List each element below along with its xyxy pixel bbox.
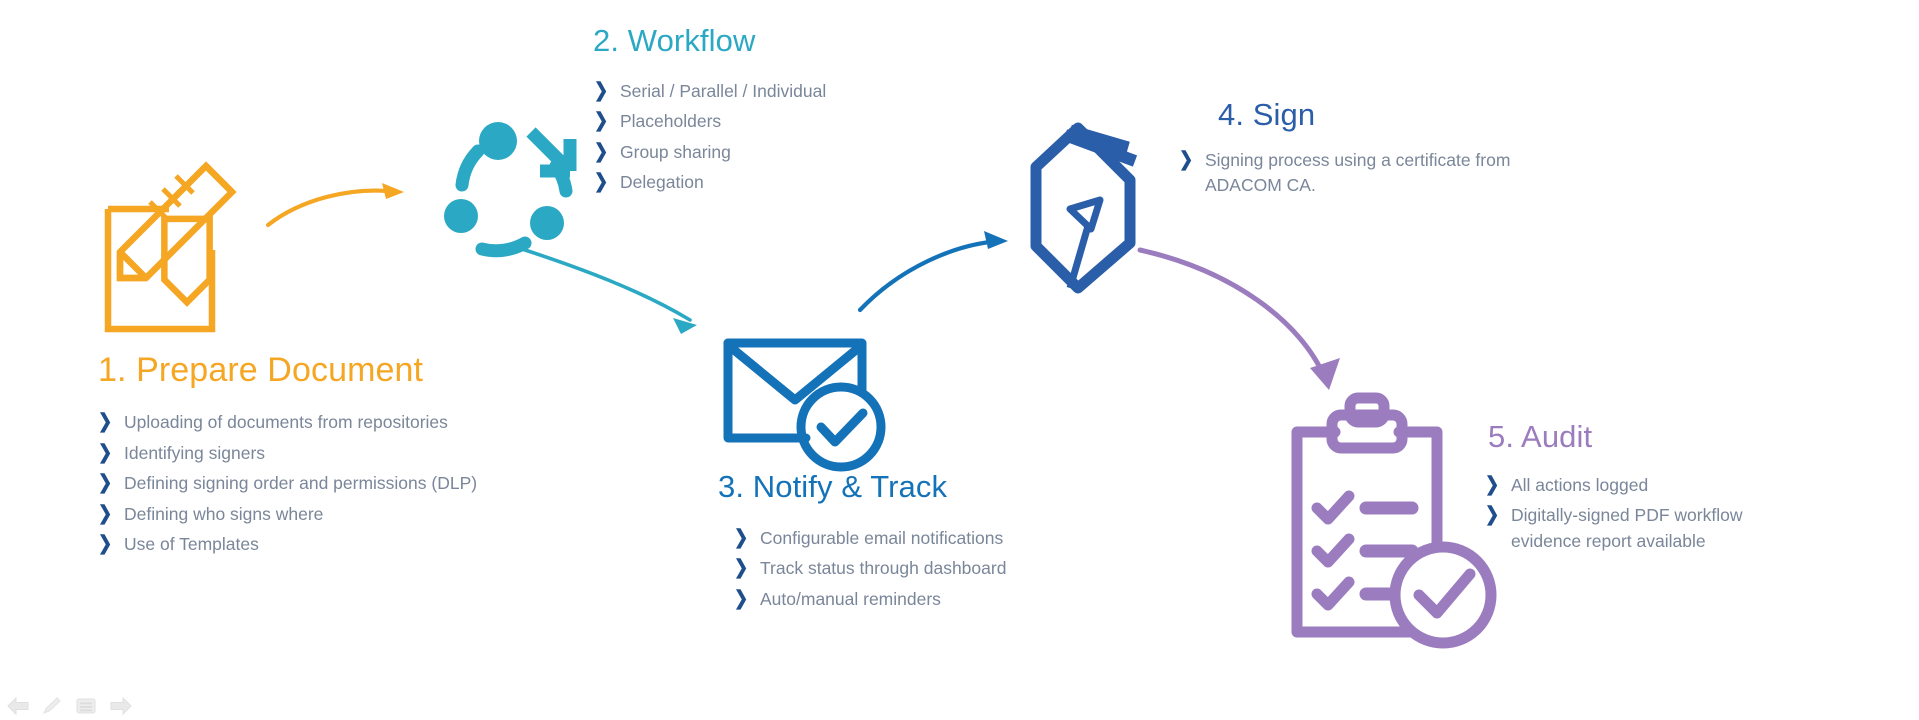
step-audit-title: 5. Audit bbox=[1488, 419, 1593, 454]
list-item: ❯ Digitally-signed PDF workflow evidence … bbox=[1485, 503, 1888, 554]
forward-arrow-icon[interactable] bbox=[109, 696, 133, 716]
circular-workflow-icon bbox=[444, 122, 577, 258]
step-audit-block: 5. Audit ❯ All actions logged ❯ Digitally-… bbox=[1485, 419, 1888, 559]
list-item: ❯ Defining signing order and permissions … bbox=[98, 471, 658, 496]
pencil-icon[interactable] bbox=[41, 696, 63, 716]
chevron-right-icon: ❯ bbox=[594, 79, 609, 102]
list-item: ❯ Uploading of documents from repositorie… bbox=[98, 410, 658, 435]
step-workflow-title: 2. Workflow bbox=[593, 23, 756, 58]
step-prepare-bullets: ❯ Uploading of documents from repositorie… bbox=[98, 410, 658, 557]
chevron-right-icon: ❯ bbox=[98, 532, 113, 555]
chevron-right-icon: ❯ bbox=[1485, 503, 1500, 526]
pen-nib-icon bbox=[1030, 122, 1138, 294]
step-audit-bullets: ❯ All actions logged ❯ Digitally-signed PD… bbox=[1485, 473, 1888, 554]
step-prepare-block: 1. Prepare Document ❯ Uploading of docume… bbox=[98, 351, 658, 562]
list-item: ❯ Serial / Parallel / Individual bbox=[594, 79, 1013, 104]
envelope-check-icon bbox=[723, 338, 886, 472]
chevron-right-icon: ❯ bbox=[1485, 473, 1500, 496]
step-sign-title: 4. Sign bbox=[1218, 97, 1316, 132]
list-item: ❯ Placeholders bbox=[594, 109, 1013, 134]
mini-toolbar[interactable] bbox=[6, 696, 133, 716]
step-notify-bullets: ❯ Configurable email notifications ❯ Track… bbox=[734, 526, 1178, 612]
chevron-right-icon: ❯ bbox=[594, 140, 609, 163]
chevron-right-icon: ❯ bbox=[734, 526, 749, 549]
chevron-right-icon: ❯ bbox=[98, 441, 113, 464]
list-item: ❯ Use of Templates bbox=[98, 532, 658, 557]
list-item: ❯ Group sharing bbox=[594, 140, 1013, 165]
chevron-right-icon: ❯ bbox=[98, 501, 113, 524]
arrow-prepare-to-workflow bbox=[265, 183, 404, 228]
clipboard-check-icon bbox=[1291, 392, 1497, 649]
arrow-notify-to-sign bbox=[857, 231, 1008, 313]
list-item: ❯ Delegation bbox=[594, 170, 1013, 195]
slide-canvas: 1. Prepare Document ❯ Uploading of docume… bbox=[0, 0, 1919, 720]
step-workflow-block: 2. Workflow ❯ Serial / Parallel / Individ… bbox=[593, 23, 1013, 201]
step-prepare-title: 1. Prepare Document bbox=[98, 351, 424, 389]
menu-list-icon[interactable] bbox=[74, 696, 98, 716]
chevron-right-icon: ❯ bbox=[594, 170, 609, 193]
list-item: ❯ Configurable email notifications bbox=[734, 526, 1178, 551]
step-workflow-bullets: ❯ Serial / Parallel / Individual ❯ Placeho… bbox=[594, 79, 1013, 196]
list-item: ❯ All actions logged bbox=[1485, 473, 1888, 498]
list-item: ❯ Defining who signs where bbox=[98, 502, 658, 527]
back-arrow-icon[interactable] bbox=[6, 696, 30, 716]
chevron-right-icon: ❯ bbox=[1179, 148, 1194, 171]
step-sign-bullets: ❯ Signing process using a certificate fro… bbox=[1179, 148, 1618, 199]
list-item: ❯ Signing process using a certificate fro… bbox=[1179, 148, 1618, 199]
chevron-right-icon: ❯ bbox=[98, 410, 113, 433]
step-notify-title: 3. Notify & Track bbox=[718, 469, 948, 504]
step-sign-block: 4. Sign ❯ Signing process using a certifi… bbox=[1179, 97, 1618, 204]
document-pencil-icon bbox=[104, 161, 237, 333]
chevron-right-icon: ❯ bbox=[98, 471, 113, 494]
chevron-right-icon: ❯ bbox=[734, 587, 749, 610]
chevron-right-icon: ❯ bbox=[594, 109, 609, 132]
list-item: ❯ Track status through dashboard bbox=[734, 556, 1178, 581]
chevron-right-icon: ❯ bbox=[734, 556, 749, 579]
arrow-sign-to-audit bbox=[1137, 247, 1340, 390]
list-item: ❯ Identifying signers bbox=[98, 441, 658, 466]
step-notify-block: 3. Notify & Track ❯ Configurable email no… bbox=[718, 469, 1178, 617]
arrow-workflow-to-notify bbox=[520, 247, 697, 334]
list-item: ❯ Auto/manual reminders bbox=[734, 587, 1178, 612]
